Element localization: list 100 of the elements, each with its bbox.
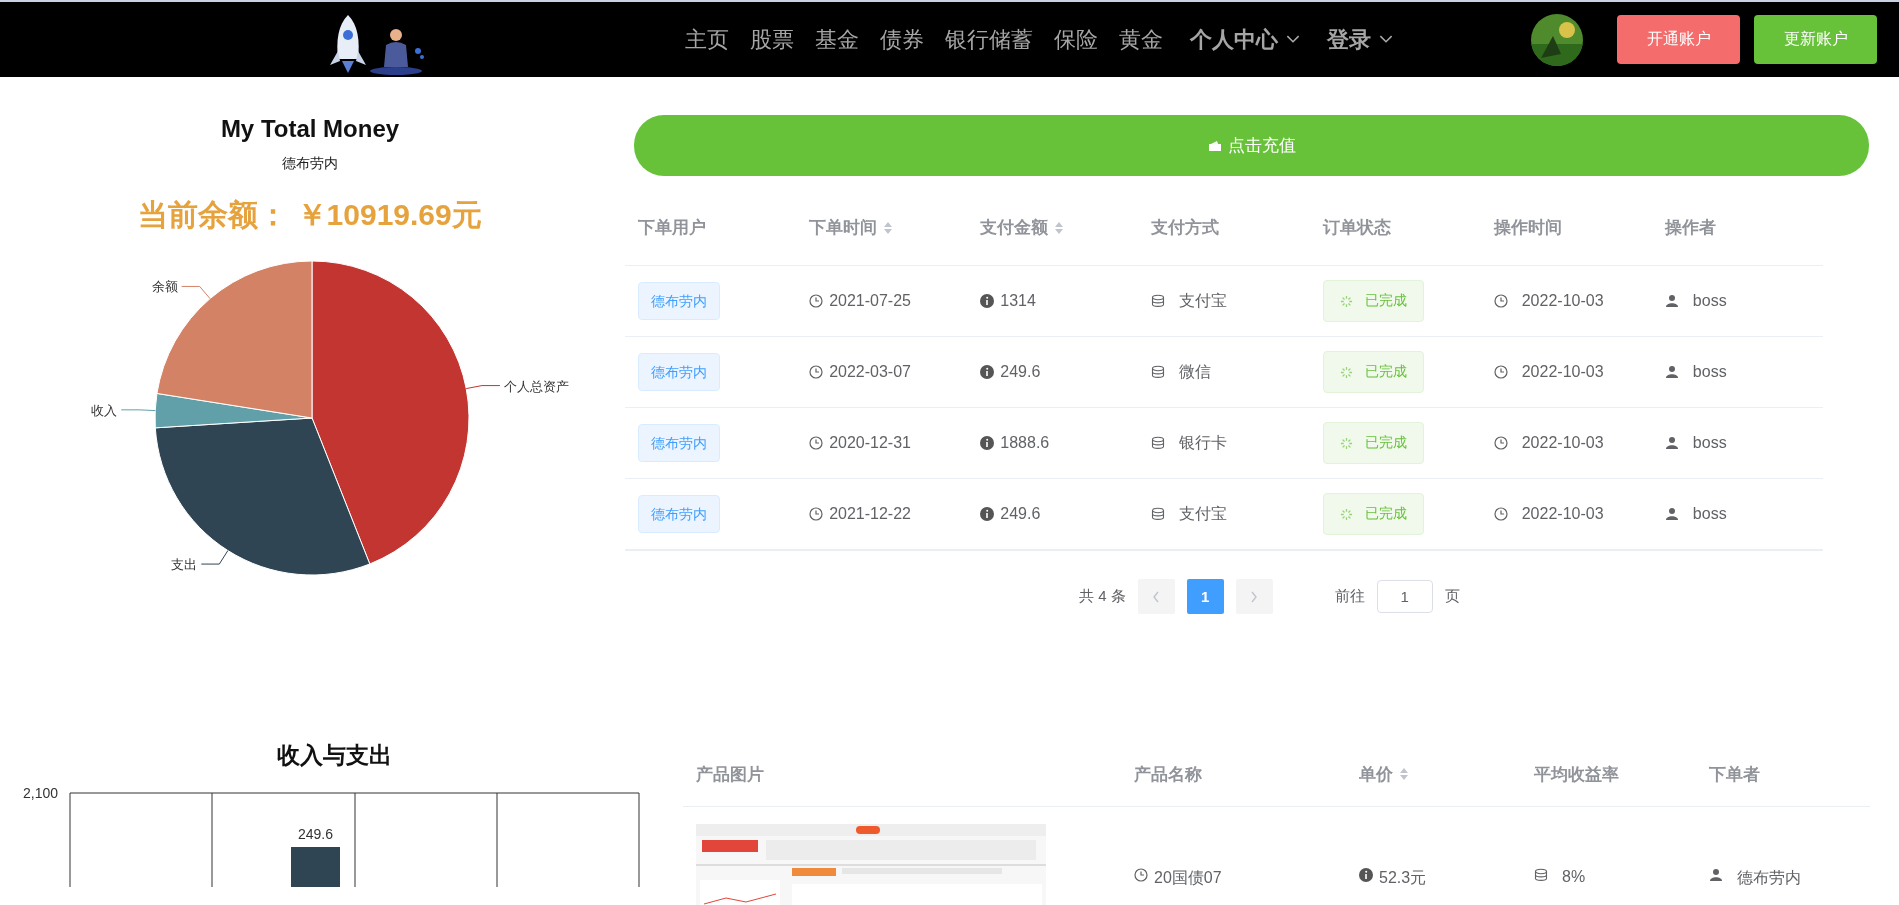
column-header: 下单者 xyxy=(1709,763,1760,786)
database-icon xyxy=(1151,507,1166,521)
table-cell: boss xyxy=(1692,363,1727,381)
table-cell: 2022-10-03 xyxy=(1521,363,1604,381)
database-icon xyxy=(1151,436,1166,450)
column-header: 支付方式 xyxy=(1151,217,1220,239)
loading-icon xyxy=(1339,294,1353,308)
database-icon xyxy=(1151,294,1166,308)
database-icon xyxy=(1151,365,1166,379)
leader-line xyxy=(465,385,501,390)
user-tag: 德布劳内 xyxy=(638,424,720,462)
user-icon xyxy=(1709,868,1723,882)
clock-icon xyxy=(809,436,824,450)
nav-link[interactable]: 黄金 xyxy=(1119,24,1163,55)
clock-icon xyxy=(809,294,824,308)
status-tag: 已完成 xyxy=(1322,422,1424,464)
clock-icon xyxy=(1493,507,1508,521)
chevron-right-icon xyxy=(1250,590,1259,603)
page-input[interactable]: 1 xyxy=(1376,580,1433,613)
column-header: 订单状态 xyxy=(1322,217,1391,239)
column-header: 操作时间 xyxy=(1493,217,1562,239)
slice-label: 余额 xyxy=(151,279,178,295)
leader-line xyxy=(120,409,156,412)
table-cell-text: 微信 xyxy=(1179,361,1212,382)
nav-link[interactable]: 主页 xyxy=(685,24,729,55)
column-header: 单价 xyxy=(1359,763,1393,786)
table-cell: boss xyxy=(1692,292,1727,310)
table-cell-text: 20国债07 xyxy=(1154,868,1222,888)
status-tag: 已完成 xyxy=(1322,351,1424,393)
user-icon xyxy=(1664,507,1679,521)
clock-icon xyxy=(1493,365,1508,379)
table-cell-text: 银行卡 xyxy=(1179,432,1228,453)
table-cell: 2022-10-03 xyxy=(1521,292,1604,310)
info-icon xyxy=(980,507,995,521)
table-cell: 8% xyxy=(1562,868,1586,886)
chart-title: 收入与支出 xyxy=(277,741,392,770)
chevron-down-icon xyxy=(1286,35,1300,44)
table-cell: boss xyxy=(1692,505,1727,523)
column-header: 下单用户 xyxy=(638,217,706,239)
user-tag: 德布劳内 xyxy=(638,353,720,391)
chart-subtitle: 德布劳内 xyxy=(282,155,338,173)
loading-icon xyxy=(1339,507,1353,521)
loading-icon xyxy=(1339,436,1353,450)
table-cell: 2022-10-03 xyxy=(1521,505,1604,523)
clock-icon xyxy=(1493,294,1508,308)
slice-label: 个人总资产 xyxy=(503,378,569,394)
nav-link[interactable]: 股票 xyxy=(750,24,794,55)
axis-tick-label: 2,100 xyxy=(22,785,58,801)
nav-link[interactable]: 登录 xyxy=(1327,24,1393,55)
user-icon xyxy=(1664,365,1679,379)
total-count: 共 4 条 xyxy=(1079,587,1126,606)
sort-icon[interactable] xyxy=(1054,220,1065,235)
loading-icon xyxy=(1339,365,1353,379)
user-tag: 德布劳内 xyxy=(638,282,720,320)
clock-icon xyxy=(809,365,824,379)
clock-icon xyxy=(1134,868,1148,882)
column-header: 支付金额 xyxy=(980,217,1049,239)
user-icon xyxy=(1664,294,1679,308)
slice-label: 收入 xyxy=(91,402,118,418)
chevron-down-icon xyxy=(1379,35,1393,44)
column-header: 产品名称 xyxy=(1134,763,1202,786)
table-cell-text: 支付宝 xyxy=(1179,503,1228,524)
table-cell: 249.6 xyxy=(1000,505,1041,523)
leader-line xyxy=(181,285,211,300)
info-icon xyxy=(980,436,995,450)
nav-link[interactable]: 基金 xyxy=(815,24,859,55)
info-icon xyxy=(1359,868,1373,882)
sort-icon[interactable] xyxy=(1399,767,1409,781)
nav-link[interactable]: 银行储蓄 xyxy=(945,24,1033,55)
slice-label: 支出 xyxy=(171,557,198,573)
next-page-button[interactable] xyxy=(1235,579,1273,614)
bar xyxy=(291,847,340,887)
bar-value-label: 249.6 xyxy=(298,826,333,842)
goto-label: 前往 xyxy=(1334,587,1365,606)
column-header: 平均收益率 xyxy=(1534,763,1619,786)
table-cell: 1314 xyxy=(1000,292,1036,310)
balance-text: 当前余额： ￥10919.69元 xyxy=(138,197,482,233)
table-cell: 1888.6 xyxy=(1000,434,1050,452)
status-tag: 已完成 xyxy=(1322,493,1424,535)
table-cell-text: 支付宝 xyxy=(1179,290,1228,311)
nav-link[interactable]: 债券 xyxy=(880,24,924,55)
sort-icon[interactable] xyxy=(883,220,894,235)
chart-title: My Total Money xyxy=(220,115,400,143)
clock-icon xyxy=(809,507,824,521)
info-icon xyxy=(980,365,995,379)
nav-link[interactable]: 个人中心 xyxy=(1190,24,1300,55)
nav-link[interactable]: 保险 xyxy=(1054,24,1098,55)
column-header: 产品图片 xyxy=(696,763,764,786)
table-cell: 249.6 xyxy=(1000,363,1041,381)
status-tag: 已完成 xyxy=(1322,280,1424,322)
column-header: 操作者 xyxy=(1664,217,1716,239)
user-icon xyxy=(1664,436,1679,450)
table-cell-text: 52.3元 xyxy=(1379,868,1427,888)
database-icon xyxy=(1534,868,1548,882)
table-cell: 2021-07-25 xyxy=(829,292,911,310)
table-cell: 2021-12-22 xyxy=(829,505,911,523)
table-cell: 2020-12-31 xyxy=(829,434,911,452)
info-icon xyxy=(980,294,995,308)
table-cell-text: 德布劳内 xyxy=(1737,868,1801,888)
prev-page-button[interactable] xyxy=(1137,579,1175,614)
